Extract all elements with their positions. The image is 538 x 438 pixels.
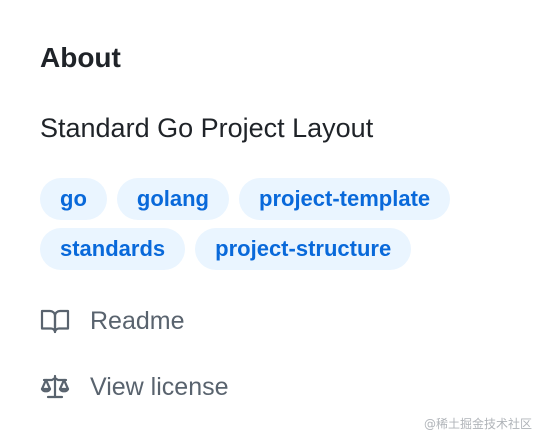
topic-tag-go[interactable]: go bbox=[40, 178, 107, 220]
topic-tag-golang[interactable]: golang bbox=[116, 178, 229, 220]
topic-list: go golang project-template standards pro… bbox=[40, 178, 510, 270]
law-scale-icon bbox=[40, 372, 70, 402]
about-heading: About bbox=[40, 42, 121, 73]
readme-label: Readme bbox=[90, 307, 185, 335]
topic-tag-project-template[interactable]: project-template bbox=[239, 178, 451, 220]
readme-link[interactable]: Readme bbox=[40, 305, 185, 337]
topic-tag-project-structure[interactable]: project-structure bbox=[195, 228, 412, 270]
topic-tag-standards[interactable]: standards bbox=[40, 228, 186, 270]
book-icon bbox=[40, 306, 70, 336]
repo-description: Standard Go Project Layout bbox=[40, 113, 374, 143]
view-license-label: View license bbox=[90, 373, 229, 401]
view-license-link[interactable]: View license bbox=[40, 371, 229, 403]
watermark: @稀土掘金技术社区 bbox=[423, 417, 532, 431]
